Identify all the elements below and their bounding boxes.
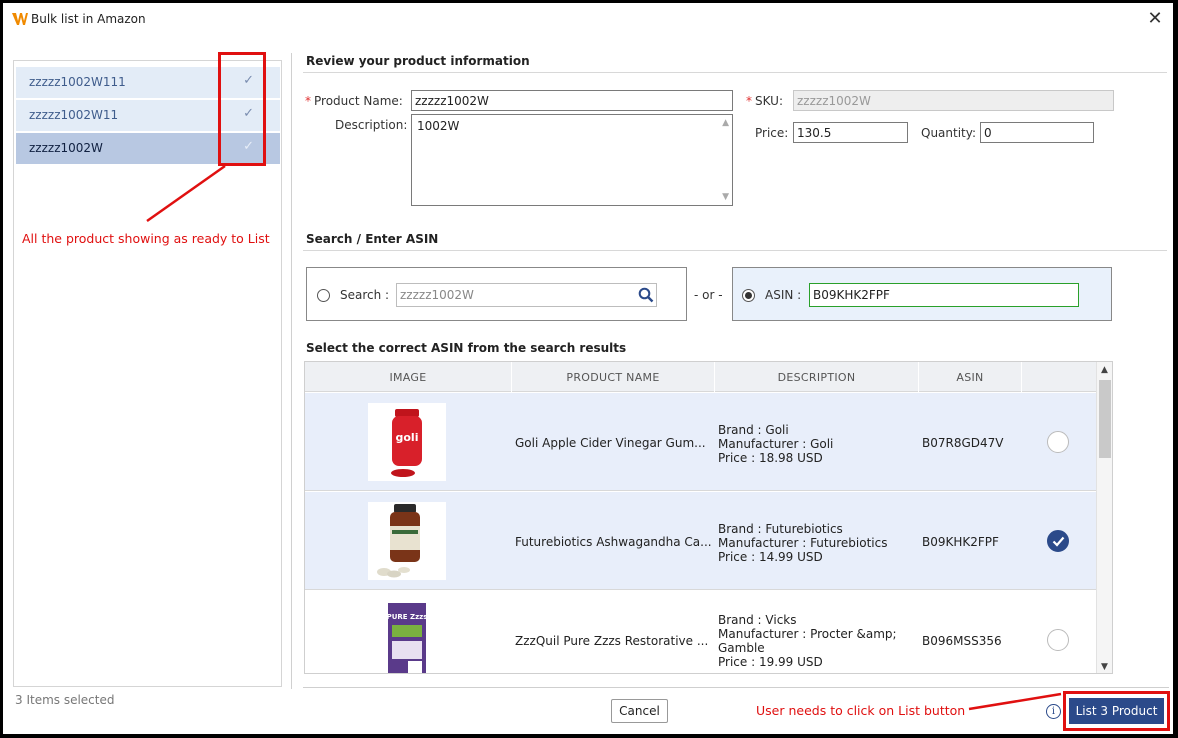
section-divider: [303, 250, 1167, 251]
list-item-label: zzzzz1002W: [29, 141, 103, 155]
list-item-label: zzzzz1002W111: [29, 75, 126, 89]
product-thumbnail: goli: [368, 403, 446, 481]
asin-cell: B09KHK2FPF: [922, 535, 999, 549]
scroll-down-icon[interactable]: ▼: [1101, 662, 1108, 672]
description-value: 1002W: [417, 119, 460, 133]
scroll-down-icon: ▼: [722, 192, 729, 202]
results-section-title: Select the correct ASIN from the search …: [306, 341, 627, 355]
table-row[interactable]: PURE Zzzs ZzzQuil Pure Zzzs Restorative …: [305, 591, 1096, 673]
column-header-product-name: PRODUCT NAME: [566, 371, 660, 384]
price-label: Price:: [755, 126, 789, 140]
select-radio[interactable]: [1047, 431, 1069, 453]
description-cell: Brand : Futurebiotics Manufacturer : Fut…: [718, 522, 888, 564]
table-header: IMAGE PRODUCT NAME DESCRIPTION ASIN: [305, 362, 1096, 392]
column-header-image: IMAGE: [389, 371, 427, 384]
annotation-box-checks: [218, 52, 266, 166]
panel-divider: [291, 53, 292, 689]
description-cell: Brand : Vicks Manufacturer : Procter &am…: [718, 613, 897, 669]
search-radio[interactable]: [317, 289, 330, 302]
window-title: Bulk list in Amazon: [31, 12, 146, 26]
info-icon[interactable]: i: [1046, 704, 1061, 719]
search-option-box: Search :: [306, 267, 687, 321]
title-bar: Bulk list in Amazon ✕: [3, 3, 1173, 36]
search-input[interactable]: [396, 283, 657, 307]
checkmark-icon: [1052, 536, 1065, 547]
scroll-up-icon[interactable]: ▲: [1101, 365, 1108, 375]
asin-label: ASIN :: [765, 288, 802, 302]
description-textarea[interactable]: 1002W ▲ ▼: [411, 114, 733, 206]
product-name-cell: Futurebiotics Ashwagandha Ca...: [515, 535, 712, 549]
items-selected-count: 3 Items selected: [15, 693, 115, 707]
product-thumbnail: PURE Zzzs: [368, 601, 446, 673]
search-label: Search :: [340, 288, 390, 302]
sku-input: [793, 90, 1114, 111]
bulk-list-dialog: Bulk list in Amazon ✕ zzzzz1002W111 ✓ zz…: [3, 3, 1173, 734]
scroll-up-icon: ▲: [722, 118, 729, 128]
thumbnail-label: goli: [396, 431, 419, 444]
asin-option-box: ASIN :: [732, 267, 1112, 321]
asin-cell: B096MSS356: [922, 634, 1002, 648]
or-separator: - or -: [694, 288, 723, 302]
asin-radio[interactable]: [742, 289, 755, 302]
description-label: Description:: [335, 118, 408, 132]
price-input[interactable]: [793, 122, 908, 143]
asin-input[interactable]: [809, 283, 1079, 307]
app-logo-icon: [12, 13, 28, 25]
section-divider: [303, 72, 1167, 73]
footer-divider: [303, 687, 1169, 688]
review-section-title: Review your product information: [306, 54, 530, 68]
quantity-input[interactable]: [980, 122, 1094, 143]
results-table: IMAGE PRODUCT NAME DESCRIPTION ASIN goli…: [304, 361, 1113, 674]
table-row[interactable]: Futurebiotics Ashwagandha Ca... Brand : …: [305, 492, 1096, 590]
sku-label: * SKU:: [746, 94, 783, 108]
product-name-input[interactable]: [411, 90, 733, 111]
select-radio-checked[interactable]: [1047, 530, 1069, 552]
thumbnail-label: PURE Zzzs: [387, 613, 428, 621]
asin-section-title: Search / Enter ASIN: [306, 232, 439, 246]
list-product-button[interactable]: List 3 Product: [1069, 698, 1164, 724]
asin-cell: B07R8GD47V: [922, 436, 1004, 450]
product-name-label: * Product Name:: [305, 94, 403, 108]
select-radio[interactable]: [1047, 629, 1069, 651]
product-name-cell: Goli Apple Cider Vinegar Gum...: [515, 436, 706, 450]
scrollbar-thumb[interactable]: [1099, 380, 1111, 458]
column-header-asin: ASIN: [956, 371, 984, 384]
product-name-cell: ZzzQuil Pure Zzzs Restorative ...: [515, 634, 709, 648]
search-icon[interactable]: [638, 287, 654, 303]
cancel-button[interactable]: Cancel: [611, 699, 668, 723]
list-item-label: zzzzz1002W11: [29, 108, 119, 122]
column-header-description: DESCRIPTION: [777, 371, 856, 384]
description-cell: Brand : Goli Manufacturer : Goli Price :…: [718, 423, 834, 465]
table-row[interactable]: goli Goli Apple Cider Vinegar Gum... Bra…: [305, 393, 1096, 491]
product-thumbnail: [368, 502, 446, 580]
annotation-left-note: All the product showing as ready to List: [22, 231, 270, 246]
annotation-bottom-note: User needs to click on List button: [756, 703, 966, 718]
close-icon[interactable]: ✕: [1143, 7, 1167, 31]
results-scrollbar[interactable]: ▲ ▼: [1096, 362, 1112, 673]
quantity-label: Quantity:: [921, 126, 977, 140]
